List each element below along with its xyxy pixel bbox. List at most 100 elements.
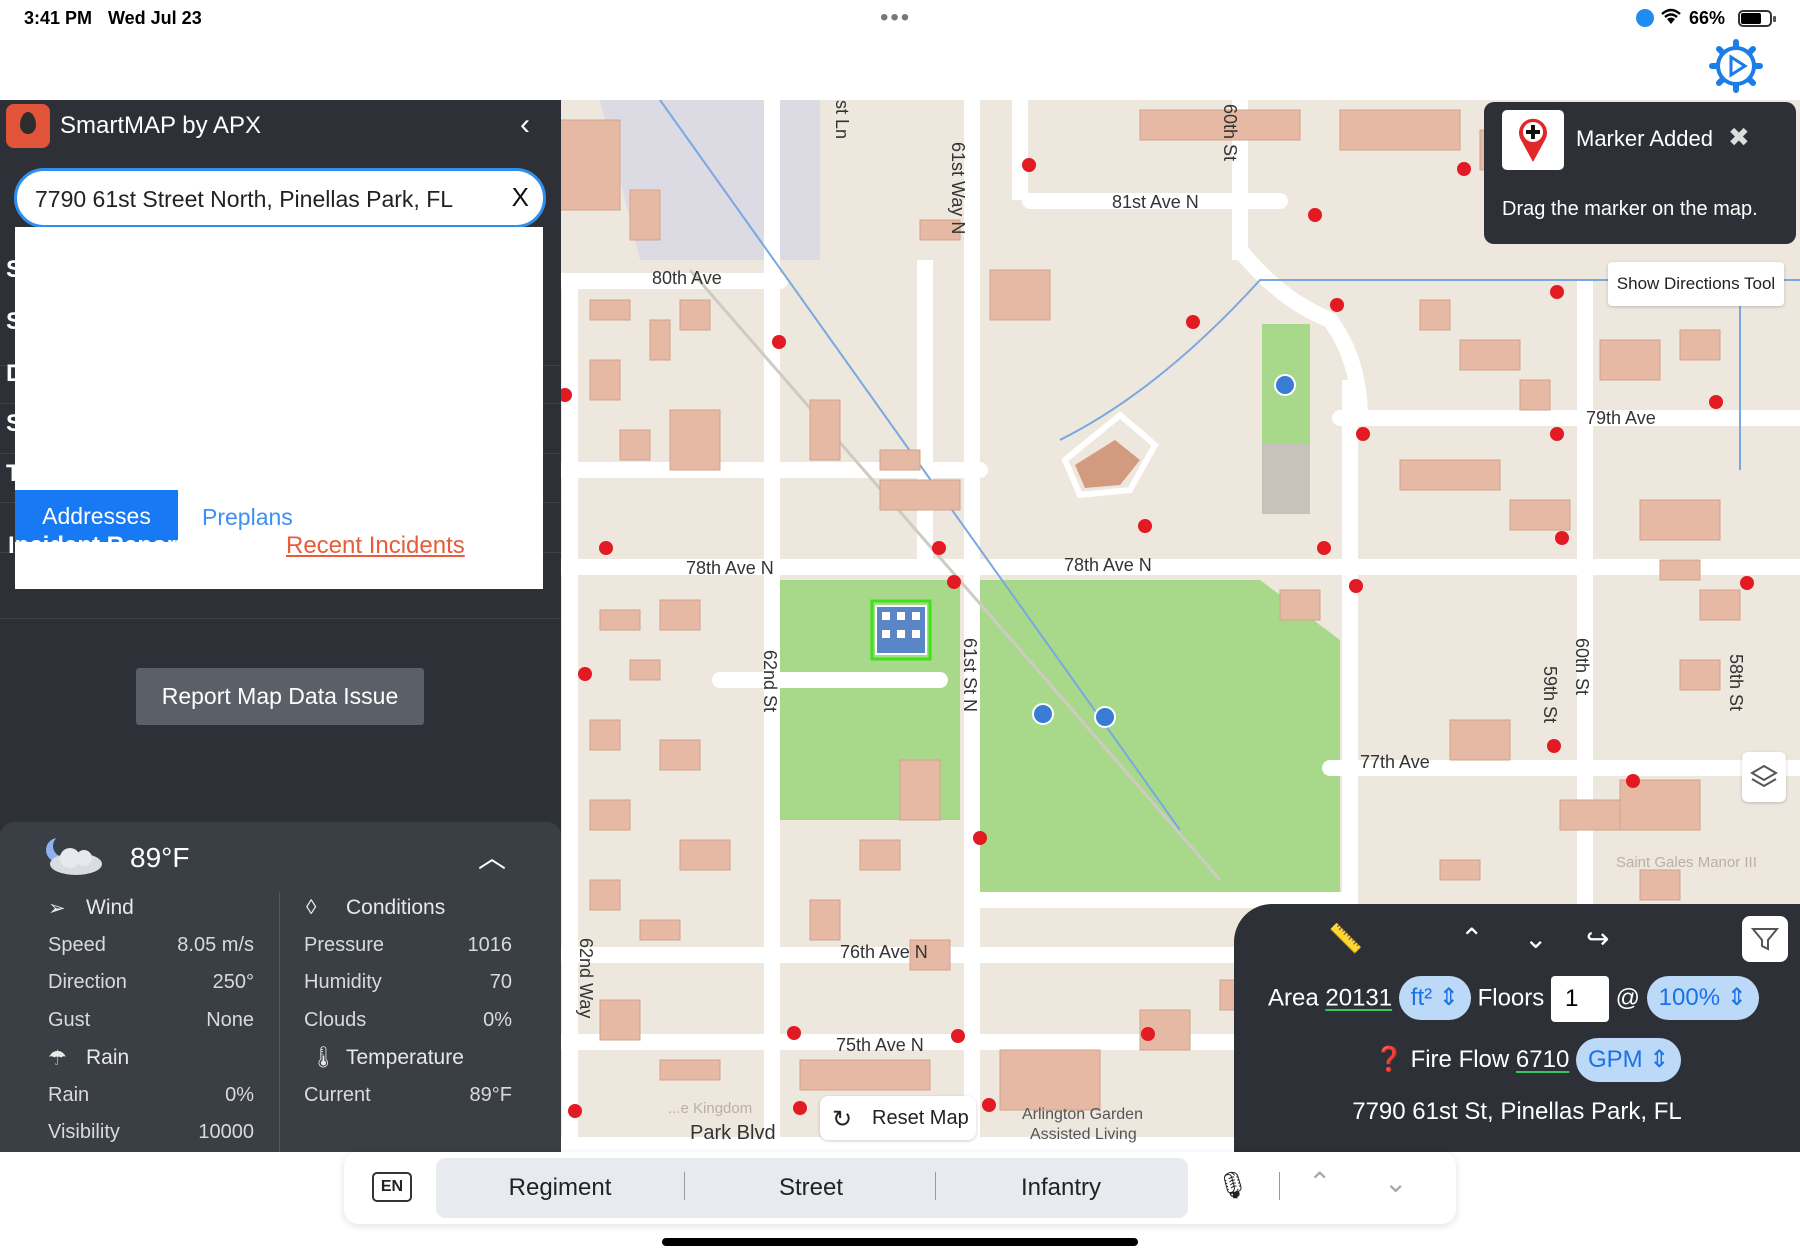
chevron-down-icon[interactable]: ⌄ — [1524, 922, 1547, 955]
battery-percent: 66% — [1689, 8, 1726, 28]
flow-unit-select[interactable]: GPM ⇕ — [1575, 1038, 1682, 1082]
map-label-st-ln: st Ln — [832, 100, 852, 140]
address-search-input[interactable] — [35, 183, 485, 215]
weather-label: Rain — [48, 1084, 90, 1106]
address-search-box[interactable]: X — [14, 168, 546, 228]
weather-label: Humidity — [304, 971, 382, 993]
marker-added-toast: Marker Added ✖ Drag the marker on the ma… — [1484, 102, 1796, 244]
wifi-icon — [1661, 8, 1681, 24]
toast-close-icon[interactable]: ✖ — [1728, 122, 1750, 153]
add-marker-pin-icon — [1502, 110, 1564, 170]
fire-flow-panel: 📏 ⌃ ⌄ ↪ Area 20131 ft² ⇕ Floors 1 @ 100%… — [1234, 904, 1800, 1152]
settings-gear-icon[interactable] — [1708, 38, 1764, 94]
fire-flow-row: ❓ Fire Flow 6710 GPM ⇕ — [1374, 1038, 1682, 1082]
map-label-saint-gales: Saint Gales Manor III — [1616, 854, 1757, 871]
weather-label: Speed — [48, 934, 106, 956]
floors-input[interactable]: 1 — [1550, 976, 1609, 1022]
battery-icon — [1738, 10, 1776, 27]
status-time: 3:41 PM — [24, 8, 93, 28]
fire-flow-label: Fire Flow — [1410, 1046, 1510, 1073]
side-panel: SmartMAP by APX ‹ S S D S T X Addresses … — [0, 100, 561, 1152]
weather-value: 0% — [483, 1009, 512, 1031]
keyboard-suggestion-bar: EN Regiment Street Infantry 🎙 ⌃ ⌄ — [344, 1152, 1456, 1224]
weather-panel: 89°F ︿ ➢ Wind Speed 8.05 m/s Direction 2… — [0, 822, 561, 1152]
keyboard-language-button[interactable]: EN — [372, 1172, 412, 1202]
map-label-78th-ave-west: 78th Ave N — [686, 558, 774, 578]
weather-label: Visibility — [48, 1121, 120, 1143]
conditions-drop-icon: ◊ — [306, 896, 317, 919]
toast-message: Drag the marker on the map. — [1502, 198, 1758, 220]
collapse-panel-chevron-icon[interactable]: ‹ — [520, 108, 530, 142]
map-label-arlington-garden: Arlington Garden — [1022, 1106, 1143, 1123]
suggestion-item[interactable]: Regiment — [460, 1174, 660, 1202]
area-label: Area — [1268, 984, 1319, 1012]
area-unit-select[interactable]: ft² ⇕ — [1398, 976, 1471, 1021]
weather-label: Gust — [48, 1009, 91, 1031]
thermometer-icon: 🌡 — [310, 1046, 337, 1069]
filter-icon[interactable] — [1742, 916, 1788, 962]
map-label-61st-st-n: 61st St N — [960, 638, 980, 713]
weather-label: Current — [304, 1084, 371, 1106]
map-label-59th-st: 59th St — [1540, 666, 1560, 724]
clear-search-button[interactable]: X — [512, 182, 529, 213]
panel-header: SmartMAP by APX ‹ — [0, 100, 561, 152]
chevron-up-icon[interactable]: ⌃ — [1460, 922, 1483, 955]
multitasking-dots-icon[interactable]: ••• — [880, 4, 911, 32]
help-circle-icon[interactable]: ❓ — [1374, 1046, 1404, 1073]
reset-map-button[interactable]: ↻ Reset Map — [820, 1096, 976, 1140]
weather-label: Pressure — [304, 934, 385, 956]
wind-title: Wind — [86, 896, 134, 919]
fire-flow-value[interactable]: 6710 — [1516, 1046, 1569, 1073]
tab-preplans[interactable]: Preplans — [202, 504, 293, 531]
suggestion-item[interactable]: Street — [711, 1174, 911, 1202]
map-label-60th-st-north: 60th St — [1220, 104, 1240, 162]
microphone-icon[interactable]: 🎙 — [1216, 1170, 1249, 1201]
weather-value: 250° — [212, 971, 254, 993]
at-symbol: @ — [1615, 984, 1640, 1012]
home-indicator[interactable] — [662, 1238, 1138, 1246]
percent-select[interactable]: 100% ⇕ — [1646, 976, 1759, 1021]
incident-report-label[interactable]: Incident Report — [8, 532, 184, 560]
status-date: Wed Jul 23 — [108, 8, 202, 28]
conditions-title: Conditions — [346, 896, 446, 919]
show-directions-tool-button[interactable]: Show Directions Tool — [1608, 262, 1784, 306]
app-logo-icon — [6, 104, 50, 148]
area-floors-row: Area 20131 ft² ⇕ Floors 1 @ 100% ⇕ — [1268, 976, 1759, 1024]
floors-label: Floors — [1477, 984, 1545, 1012]
weather-label: Direction — [48, 971, 127, 993]
weather-value: None — [206, 1009, 254, 1031]
temperature-title: Temperature — [346, 1046, 464, 1069]
weather-divider — [279, 892, 280, 1152]
map-label-76th-ave: 76th Ave N — [840, 942, 928, 962]
map-label-assisted-living: Assisted Living — [1030, 1126, 1137, 1143]
map-label-58th-st: 58th St — [1726, 654, 1746, 712]
weather-value: 8.05 m/s — [177, 934, 254, 956]
map-label-77th-ave: 77th Ave — [1360, 752, 1430, 772]
rain-cloud-icon: ☂ — [48, 1047, 67, 1070]
weather-temperature: 89°F — [130, 842, 190, 873]
map-label-62nd-st: 62nd St — [760, 650, 780, 713]
map-layers-icon[interactable] — [1742, 752, 1786, 802]
map-label-61st-way: 61st Way N — [948, 142, 968, 235]
map-label-kingdom: ...e Kingdom — [668, 1100, 753, 1117]
next-field-arrow-icon[interactable]: ⌄ — [1384, 1166, 1407, 1199]
reset-icon: ↻ — [832, 1106, 853, 1133]
app-title: SmartMAP by APX — [60, 112, 261, 139]
recent-incidents-link[interactable]: Recent Incidents — [286, 532, 465, 560]
map-label-park-blvd: Park Blvd — [690, 1122, 776, 1144]
map-label-62nd-way: 62nd Way — [576, 938, 596, 1019]
weather-value: 0% — [225, 1084, 254, 1106]
selected-address: 7790 61st St, Pinellas Park, FL — [1352, 1098, 1682, 1125]
toast-title: Marker Added — [1576, 126, 1713, 151]
map-label-79th-ave: 79th Ave — [1586, 408, 1656, 428]
area-value[interactable]: 20131 — [1325, 984, 1392, 1011]
map-label-75th-ave: 75th Ave N — [836, 1035, 924, 1055]
weather-value: 70 — [489, 971, 512, 993]
suggestion-item[interactable]: Infantry — [961, 1174, 1161, 1202]
report-map-data-issue-button[interactable]: Report Map Data Issue — [136, 668, 424, 725]
share-arrow-icon[interactable]: ↪ — [1586, 922, 1609, 955]
location-icon — [1636, 9, 1654, 27]
expand-weather-chevron-icon[interactable]: ︿ — [478, 836, 506, 876]
measure-ruler-icon[interactable]: 📏 — [1328, 922, 1363, 955]
previous-field-arrow-icon[interactable]: ⌃ — [1308, 1166, 1331, 1199]
